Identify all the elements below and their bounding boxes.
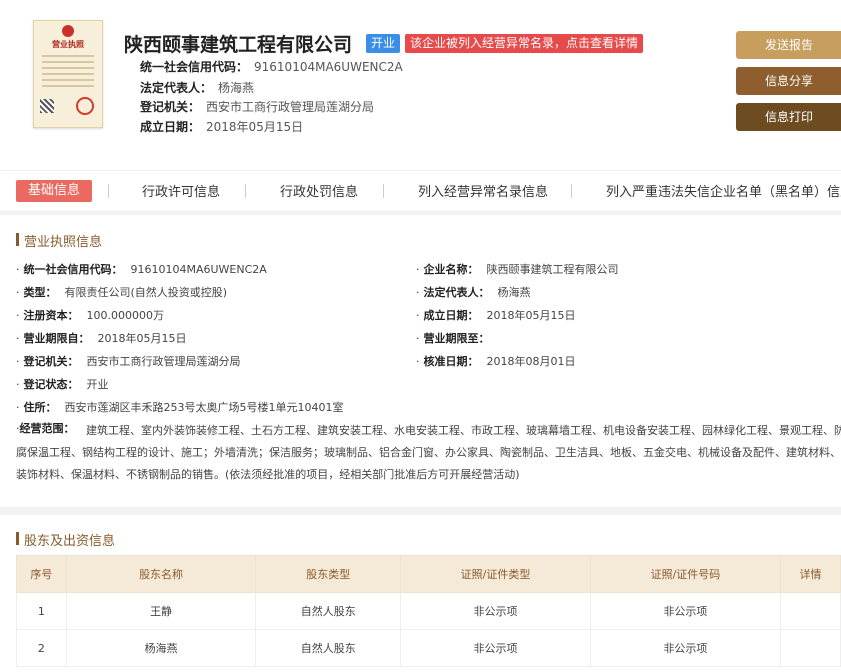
header-field-legal-rep: 法定代表人： 杨海燕 — [140, 81, 255, 95]
abnormal-notice-link[interactable]: 该企业被列入经营异常名录，点击查看详情 — [405, 34, 644, 53]
field-reg-status: · 登记状态： 开业 — [16, 378, 109, 391]
table-header-row: 序号 股东名称 股东类型 证照/证件类型 证照/证件号码 详情 — [16, 555, 841, 593]
col-header: 股东名称 — [65, 555, 257, 593]
share-info-button[interactable]: 信息分享 — [736, 67, 841, 95]
details-cell[interactable] — [779, 592, 841, 630]
company-header: 营业执照 陕西颐事建筑工程有限公司 开业 该企业被列入经营异常名录，点击查看详情… — [0, 0, 841, 170]
status-badge: 开业 — [366, 34, 401, 53]
license-info-section: 营业执照信息 · 统一社会信用代码： 91610104MA6UWENC2A · 类型：… — [0, 215, 841, 507]
field-credit-code: · 统一社会信用代码： 91610104MA6UWENC2A — [16, 263, 267, 276]
col-header: 证照/证件号码 — [589, 555, 781, 593]
tab-blacklist[interactable]: 列入严重违法失信企业名单（黑名单）信息 — [606, 181, 841, 200]
national-emblem-icon — [62, 25, 74, 37]
header-field-established: 成立日期： 2018年05月15日 — [140, 120, 304, 134]
field-company-name: · 企业名称： 陕西颐事建筑工程有限公司 — [416, 263, 619, 276]
shareholders-section: 股东及出资信息 序号 股东名称 股东类型 证照/证件类型 证照/证件号码 详情 … — [0, 515, 841, 672]
section-title: 营业执照信息 — [24, 235, 103, 250]
col-header: 证照/证件类型 — [400, 555, 591, 593]
field-authority: · 登记机关： 西安市工商行政管理局莲湖分局 — [16, 355, 241, 368]
company-name: 陕西颐事建筑工程有限公司 — [124, 34, 353, 56]
field-established: · 成立日期： 2018年05月15日 — [416, 309, 576, 322]
field-term-from: · 营业期限自： 2018年05月15日 — [16, 332, 187, 345]
field-address: · 住所： 西安市莲湖区丰禾路253号太奥广场5号楼1单元10401室 — [16, 401, 344, 414]
header-field-credit-code: 统一社会信用代码： 91610104MA6UWENC2A — [140, 60, 403, 74]
field-approval-date: · 核准日期： 2018年08月01日 — [416, 355, 576, 368]
header-field-authority: 登记机关： 西安市工商行政管理局莲湖分局 — [140, 100, 375, 114]
send-report-button[interactable]: 发送报告 — [736, 31, 841, 59]
qr-code-icon — [40, 99, 54, 113]
tab-admin-license[interactable]: 行政许可信息 — [142, 181, 220, 200]
print-info-button[interactable]: 信息打印 — [736, 103, 841, 131]
tab-abnormal-list[interactable]: 列入经营异常名录信息 — [418, 181, 548, 200]
section-title: 股东及出资信息 — [24, 534, 116, 549]
shareholders-table: 序号 股东名称 股东类型 证照/证件类型 证照/证件号码 详情 1 王静 自然人… — [16, 555, 841, 667]
seal-icon — [76, 97, 94, 115]
field-capital: · 注册资本： 100.000000万 — [16, 309, 164, 322]
details-cell[interactable] — [779, 629, 841, 667]
table-row: 1 王静 自然人股东 非公示项 非公示项 — [16, 592, 841, 630]
table-row: 2 杨海燕 自然人股东 非公示项 非公示项 — [16, 629, 841, 667]
business-scope-text: 建筑工程、室内外装饰装修工程、土石方工程、建筑安装工程、水电安装工程、市政工程、… — [16, 424, 841, 481]
field-legal-rep: · 法定代表人： 杨海燕 — [416, 286, 531, 299]
field-type: · 类型： 有限责任公司(自然人投资或控股) — [16, 286, 228, 299]
tab-admin-penalty[interactable]: 行政处罚信息 — [280, 181, 358, 200]
col-header: 序号 — [16, 555, 67, 593]
col-header: 详情 — [779, 555, 841, 593]
business-license-thumbnail[interactable]: 营业执照 — [33, 20, 103, 128]
field-term-to: · 营业期限至： — [416, 332, 490, 345]
tab-bar: 基础信息 行政许可信息 行政处罚信息 列入经营异常名录信息 列入严重违法失信企业… — [0, 170, 841, 212]
license-title: 营业执照 — [52, 40, 84, 49]
tab-basic-info[interactable]: 基础信息 — [16, 180, 92, 202]
col-header: 股东类型 — [255, 555, 402, 593]
